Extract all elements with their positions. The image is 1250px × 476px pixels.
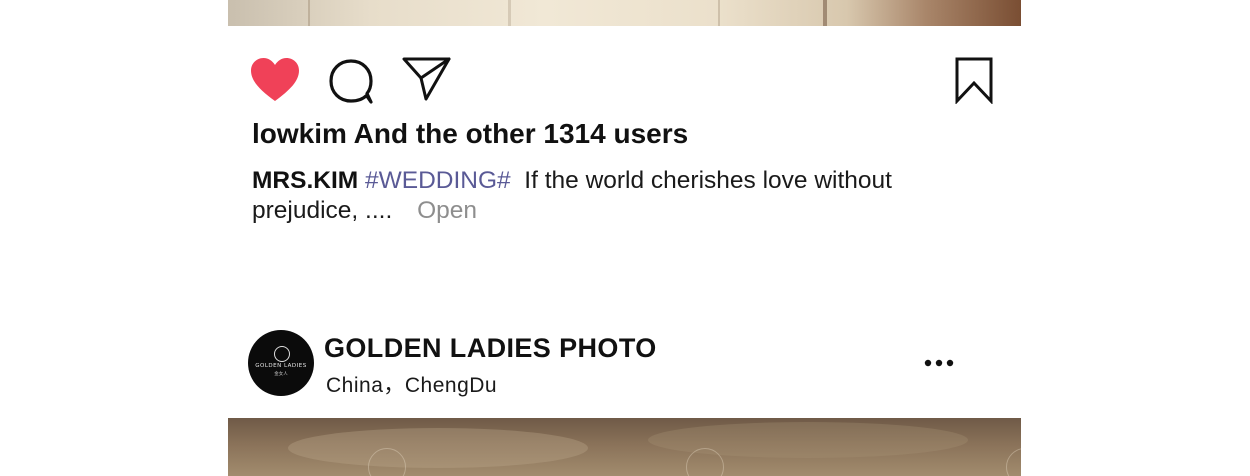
more-horizontal-icon[interactable] bbox=[924, 358, 954, 368]
caption-hashtag[interactable]: #WEDDING# bbox=[365, 167, 511, 194]
paper-plane-icon[interactable] bbox=[402, 56, 452, 102]
post-caption: MRS.KIM #WEDDING# If the world cherishes… bbox=[252, 166, 972, 226]
comment-bubble-icon[interactable] bbox=[328, 58, 374, 104]
previous-post-photo[interactable] bbox=[228, 0, 1021, 26]
post-location[interactable]: China，ChengDu bbox=[326, 369, 497, 399]
bookmark-icon[interactable] bbox=[954, 56, 994, 104]
avatar-logo-text: GOLDEN LADIES bbox=[255, 363, 307, 369]
caption-open-link[interactable]: Open bbox=[417, 197, 477, 224]
avatar-logo-subtext: 金女人 bbox=[274, 372, 288, 377]
photo-detail bbox=[308, 0, 310, 26]
likes-summary[interactable]: lowkim And the other 1314 users bbox=[252, 118, 688, 150]
photo-detail bbox=[288, 428, 588, 468]
photo-detail bbox=[508, 0, 511, 26]
photo-detail bbox=[718, 0, 720, 26]
photo-detail bbox=[823, 0, 827, 26]
heart-filled-icon[interactable] bbox=[250, 57, 300, 103]
account-name[interactable]: GOLDEN LADIES PHOTO bbox=[324, 333, 657, 364]
watermark-icon bbox=[1006, 448, 1021, 476]
brand-logo-icon bbox=[274, 346, 290, 362]
caption-author[interactable]: MRS.KIM bbox=[252, 167, 358, 194]
next-post-photo[interactable] bbox=[228, 418, 1021, 476]
avatar[interactable]: GOLDEN LADIES 金女人 bbox=[248, 330, 314, 396]
